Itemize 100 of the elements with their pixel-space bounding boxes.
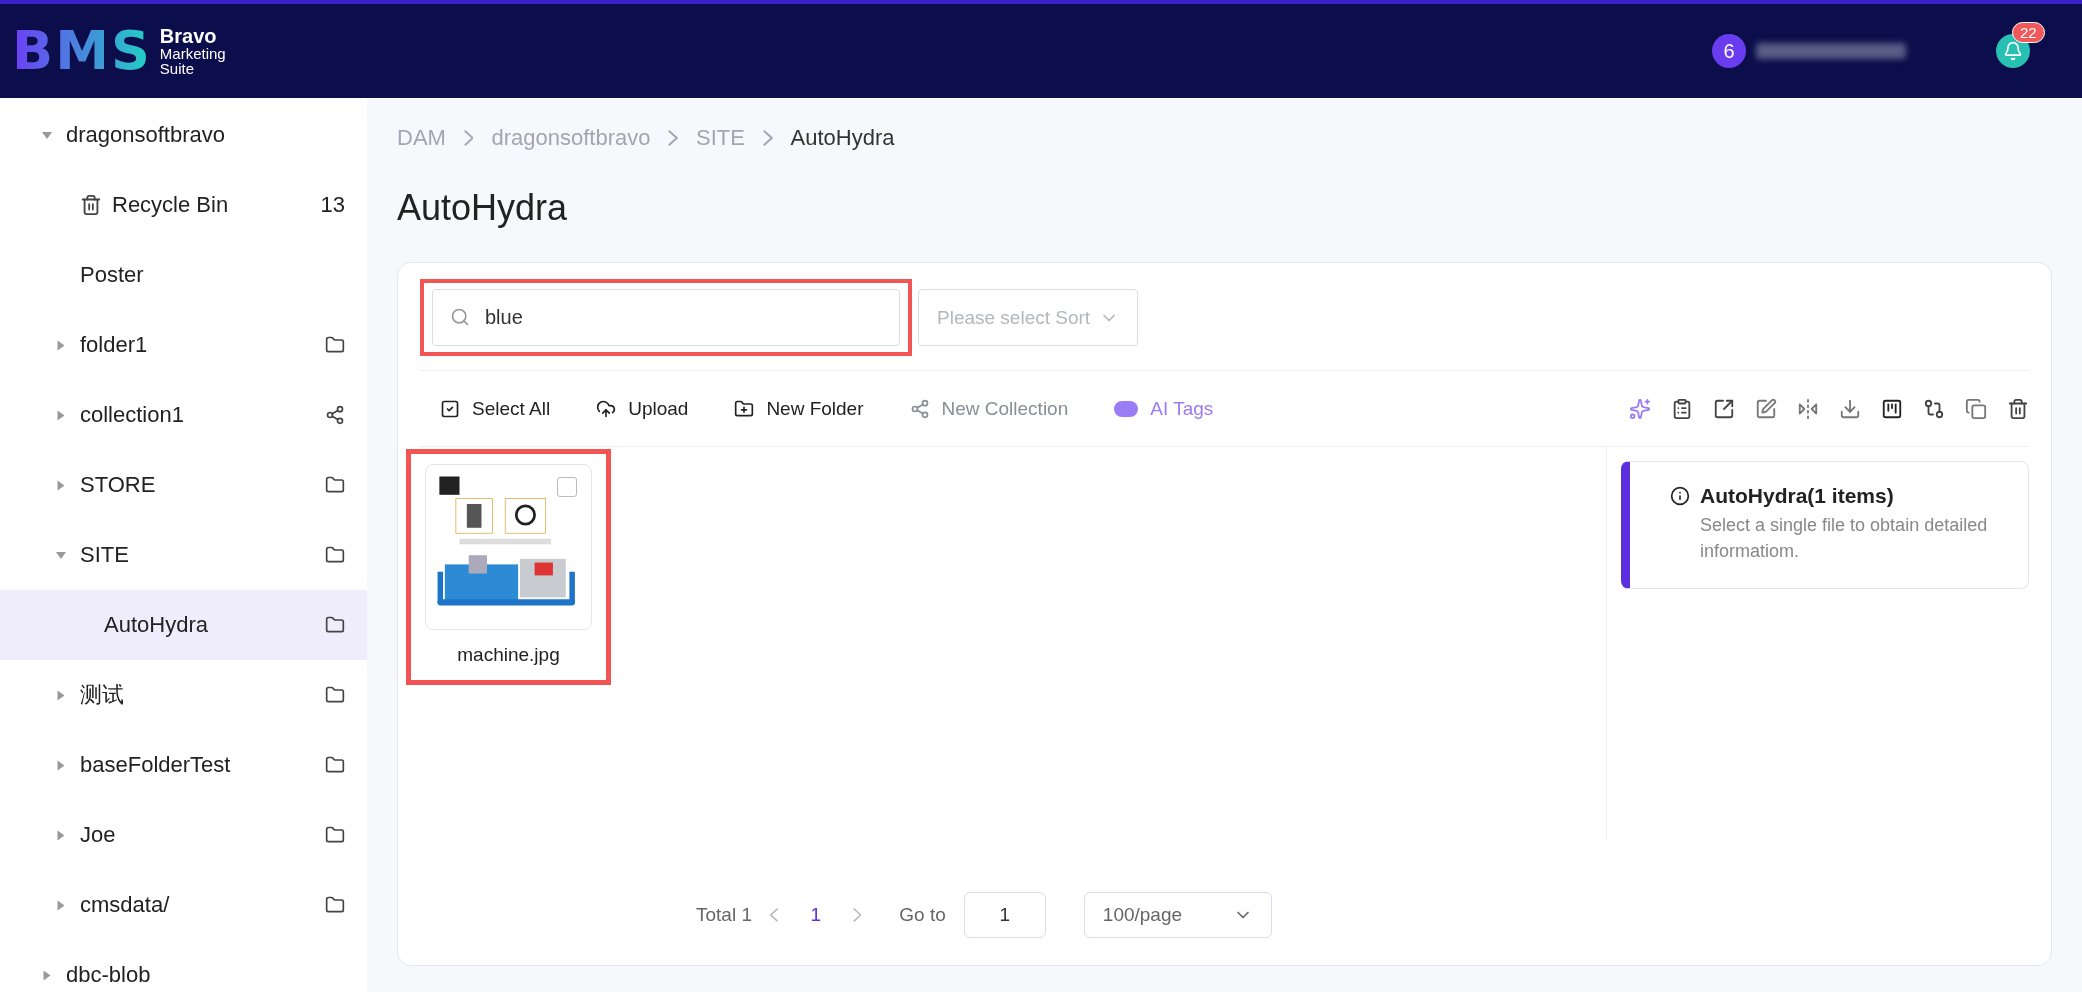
next-page-button[interactable] [852, 908, 862, 922]
folder-plus-icon [734, 398, 755, 419]
checkbox-icon [440, 398, 460, 419]
page-size-select[interactable]: 100/page [1083, 892, 1272, 938]
tree-item[interactable]: AutoHydra [0, 590, 367, 660]
tree-item[interactable]: 测试 [0, 660, 367, 730]
split-icon [1797, 397, 1819, 420]
sparkle-icon [1629, 397, 1651, 420]
chevron-right-icon [852, 908, 862, 922]
tree-item[interactable]: Poster [0, 240, 367, 310]
caret-icon[interactable] [57, 900, 65, 910]
sparkle-button[interactable] [1629, 397, 1651, 420]
chevron-right-icon [463, 130, 474, 146]
folder-icon [325, 895, 345, 915]
caret-icon[interactable] [57, 480, 65, 490]
tree-item-label: Poster [80, 262, 145, 288]
toolbar-button[interactable]: New Folder [734, 393, 864, 424]
item-count: 13 [320, 192, 345, 218]
tree-item[interactable]: collection1 [0, 380, 367, 450]
folder-icon [325, 755, 345, 775]
caret-icon[interactable] [57, 340, 65, 350]
breadcrumb-link[interactable]: AutoHydra [790, 125, 895, 151]
caret-icon[interactable] [57, 760, 65, 770]
board-icon [1881, 397, 1903, 420]
goto-label: Go to [899, 904, 946, 926]
tree-item[interactable]: dbc-blob [0, 940, 367, 992]
page-number[interactable]: 1 [796, 904, 835, 926]
caret-icon[interactable] [43, 970, 51, 980]
tree-item-label: Joe [80, 822, 117, 848]
tree-item-label: collection1 [80, 402, 185, 428]
caret-icon[interactable] [57, 690, 65, 700]
ai-icon [1114, 400, 1139, 417]
brand-name: Bravo [159, 26, 218, 46]
caret-icon[interactable] [57, 410, 65, 420]
caret-icon[interactable] [56, 551, 66, 559]
external-link-icon [1713, 397, 1735, 420]
copy-icon [1965, 397, 1987, 420]
tree-item-label: 测试 [80, 681, 125, 709]
split-button[interactable] [1797, 397, 1819, 420]
tree-item[interactable]: dragonsoftbravo [0, 100, 367, 170]
tree-item-label: baseFolderTest [80, 752, 232, 778]
tree-item[interactable]: SITE [0, 520, 367, 590]
file-checkbox[interactable] [557, 477, 577, 497]
compare-button[interactable] [1923, 397, 1945, 420]
folder-icon [325, 335, 345, 355]
edit-icon [1755, 397, 1777, 420]
tree-item-label: SITE [80, 542, 130, 568]
board-button[interactable] [1881, 397, 1903, 420]
caret-icon[interactable] [42, 131, 52, 139]
previous-page-button[interactable] [770, 908, 779, 922]
toolbar-button[interactable]: Upload [596, 393, 689, 424]
chevron-right-icon [668, 130, 679, 146]
file-thumbnail[interactable] [425, 464, 592, 630]
download-button[interactable] [1839, 397, 1861, 420]
folder-icon [325, 615, 345, 635]
delete-button[interactable] [2007, 397, 2029, 420]
search-field[interactable]: blue [432, 289, 900, 346]
total-count: Total 1 [696, 904, 752, 926]
tree-item-label: dbc-blob [66, 962, 152, 988]
tree-item[interactable]: Recycle Bin 13 [0, 170, 367, 240]
external-link-button[interactable] [1713, 397, 1735, 420]
search-icon [450, 307, 470, 327]
tree-item-label: folder1 [80, 332, 149, 358]
tree-item-label: AutoHydra [104, 612, 209, 638]
folder-icon [325, 475, 345, 495]
info-text: Select a single file to obtain detailed informatiom. [1700, 514, 1989, 563]
clipboard-button[interactable] [1671, 397, 1693, 420]
notification-badge: 22 [2012, 22, 2045, 43]
folder-icon [325, 825, 345, 845]
tree-item[interactable]: STORE [0, 450, 367, 520]
tree-item[interactable]: folder1 [0, 310, 367, 380]
caret-icon[interactable] [57, 830, 65, 840]
edit-button[interactable] [1755, 397, 1777, 420]
upload-icon [596, 398, 617, 419]
tree-item-label: Recycle Bin [112, 192, 230, 218]
goto-field[interactable]: 1 [963, 892, 1046, 938]
tree-item[interactable]: Joe [0, 800, 367, 870]
clipboard-icon [1671, 397, 1693, 420]
user-avatar[interactable]: 6 [1712, 34, 1746, 68]
delete-icon [2007, 397, 2029, 420]
trash-icon [80, 194, 102, 216]
tree-item-label: cmsdata/ [80, 892, 171, 918]
tree-item[interactable]: baseFolderTest [0, 730, 367, 800]
chevron-left-icon [770, 908, 779, 922]
folder-icon [325, 545, 345, 565]
bell-icon [2003, 41, 2023, 61]
share-icon [325, 405, 345, 425]
share-icon [909, 398, 930, 419]
copy-button[interactable] [1965, 397, 1987, 420]
folder-icon [325, 685, 345, 705]
info-title: AutoHydra(1 items) [1700, 484, 1895, 508]
tree-item[interactable]: cmsdata/ [0, 870, 367, 940]
brand-name: Suite [159, 61, 194, 76]
file-name: machine.jpg [457, 644, 560, 666]
compare-icon [1923, 397, 1945, 420]
tree-item-label: dragonsoftbravo [66, 122, 226, 148]
toolbar-button[interactable]: Select All [440, 393, 551, 424]
tree-item-label: STORE [80, 472, 157, 498]
chevron-right-icon [763, 130, 773, 146]
info-icon [1670, 486, 1690, 506]
